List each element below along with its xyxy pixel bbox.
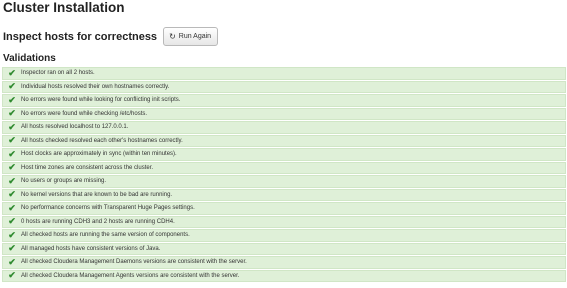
check-icon: ✔: [8, 216, 16, 227]
validation-text: All managed hosts have consistent versio…: [21, 245, 161, 252]
validation-item: ✔ All checked Cloudera Management Daemons…: [2, 256, 566, 269]
validation-text: All checked Cloudera Management Agents v…: [21, 272, 240, 279]
validation-item: ✔ No performance concerns with Transparen…: [2, 202, 566, 215]
validation-text: No kernel versions that are known to be …: [21, 191, 173, 198]
check-icon: ✔: [8, 108, 16, 119]
check-icon: ✔: [8, 175, 16, 186]
validation-item: ✔ No users or groups are missing.: [2, 175, 566, 188]
validation-text: All hosts checked resolved each other's …: [21, 137, 183, 144]
validation-item: ✔ 0 hosts are running CDH3 and 2 hosts ar…: [2, 215, 566, 228]
validation-text: No users or groups are missing.: [21, 178, 107, 185]
check-icon: ✔: [8, 121, 16, 132]
check-icon: ✔: [8, 81, 16, 92]
validation-text: Inspector ran on all 2 hosts.: [21, 70, 95, 77]
check-icon: ✔: [8, 189, 16, 200]
run-again-button[interactable]: ↻ Run Again: [163, 27, 219, 46]
validation-text: Individual hosts resolved their own host…: [21, 83, 170, 90]
refresh-icon: ↻: [169, 31, 176, 41]
check-icon: ✔: [8, 229, 16, 240]
validation-item: ✔ No kernel versions that are known to be…: [2, 188, 566, 201]
check-icon: ✔: [8, 243, 16, 254]
check-icon: ✔: [8, 67, 16, 78]
validation-item: ✔ All checked Cloudera Management Agents …: [2, 269, 566, 282]
validation-item: ✔ No errors were found while checking /et…: [2, 107, 566, 120]
check-icon: ✔: [8, 94, 16, 105]
validations-list: ✔ Inspector ran on all 2 hosts. ✔ Individu…: [2, 67, 566, 283]
check-icon: ✔: [8, 135, 16, 146]
check-icon: ✔: [8, 270, 16, 281]
check-icon: ✔: [8, 148, 16, 159]
check-icon: ✔: [8, 162, 16, 173]
page-title: Cluster Installation: [3, 0, 125, 15]
validation-text: All hosts resolved localhost to 127.0.0.…: [21, 124, 129, 131]
validation-item: ✔ All checked hosts are running the same …: [2, 229, 566, 242]
validations-heading: Validations: [3, 53, 56, 64]
validation-text: No performance concerns with Transparent…: [21, 205, 195, 212]
validation-text: All checked hosts are running the same v…: [21, 232, 190, 239]
check-icon: ✔: [8, 256, 16, 267]
validation-item: ✔ Host clocks are approximately in sync (…: [2, 148, 566, 161]
validation-item: ✔ Individual hosts resolved their own hos…: [2, 80, 566, 93]
validation-item: ✔ All managed hosts have consistent versi…: [2, 242, 566, 255]
validation-item: ✔ All hosts checked resolved each other's…: [2, 134, 566, 147]
validation-text: 0 hosts are running CDH3 and 2 hosts are…: [21, 218, 175, 225]
inspect-section: Inspect hosts for correctness ↻ Run Agai…: [3, 27, 219, 46]
validation-item: ✔ No errors were found while looking for …: [2, 94, 566, 107]
validation-item: ✔ Host time zones are consistent across t…: [2, 161, 566, 174]
validation-text: No errors were found while checking /etc…: [21, 110, 148, 117]
validation-item: ✔ Inspector ran on all 2 hosts.: [2, 67, 566, 80]
validation-item: ✔ All hosts resolved localhost to 127.0.0…: [2, 121, 566, 134]
check-icon: ✔: [8, 202, 16, 213]
validation-text: Host clocks are approximately in sync (w…: [21, 151, 177, 158]
validation-text: No errors were found while looking for c…: [21, 97, 181, 104]
validation-text: Host time zones are consistent across th…: [21, 164, 154, 171]
inspect-heading: Inspect hosts for correctness: [3, 30, 158, 43]
validation-text: All checked Cloudera Management Daemons …: [21, 259, 247, 266]
run-again-label: Run Again: [178, 33, 212, 40]
